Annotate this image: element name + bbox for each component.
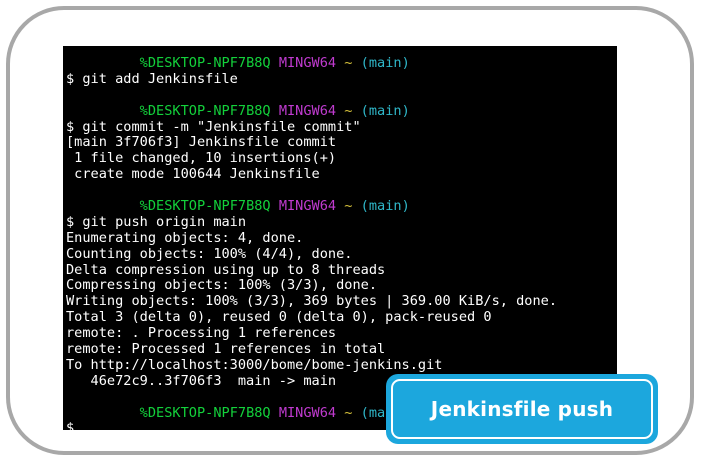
prompt-shell: MINGW64 bbox=[278, 198, 337, 215]
prompt-line: %DESKTOP-NPF7B8Q MINGW64 ~ (main) bbox=[66, 198, 557, 215]
prompt-tilde: ~ bbox=[344, 55, 353, 71]
terminal-line: Writing objects: 100% (3/3), 369 bytes |… bbox=[66, 293, 558, 310]
prompt-user-host: %DESKTOP-NPF7B8Q bbox=[139, 55, 271, 71]
terminal-line: create mode 100644 Jenkinsfile bbox=[66, 166, 320, 183]
prompt-tilde: ~ bbox=[344, 404, 353, 421]
prompt-shell: MINGW64 bbox=[278, 55, 337, 71]
prompt-line: %DESKTOP-NPF7B8Q MINGW64 ~ (main) bbox=[66, 102, 557, 120]
prompt-tilde: ~ bbox=[344, 198, 353, 215]
terminal-line: $ git commit -m "Jenkinsfile commit" bbox=[66, 118, 361, 135]
terminal-line: Compressing objects: 100% (3/3), done. bbox=[66, 277, 377, 294]
terminal-line: To http://localhost:3000/bome/bome-jenki… bbox=[66, 356, 443, 373]
terminal-line: 1 file changed, 10 insertions(+) bbox=[66, 150, 337, 167]
prompt-line: %DESKTOP-NPF7B8Q MINGW64 ~ (main) bbox=[66, 55, 557, 72]
terminal-line: $ git add Jenkinsfile bbox=[66, 70, 238, 87]
prompt-user-host: %DESKTOP-NPF7B8Q bbox=[139, 404, 271, 421]
prompt-user-host: %DESKTOP-NPF7B8Q bbox=[139, 102, 271, 119]
terminal-line: remote: . Processing 1 references bbox=[66, 325, 337, 342]
terminal-line: Counting objects: 100% (4/4), done. bbox=[66, 245, 353, 262]
prompt-shell: MINGW64 bbox=[278, 102, 337, 119]
prompt-branch: (main) bbox=[360, 55, 410, 71]
prompt-tilde: ~ bbox=[344, 102, 353, 119]
callout-label: Jenkinsfile push bbox=[391, 379, 653, 439]
prompt-branch: (main) bbox=[360, 102, 410, 119]
terminal-line: Enumerating objects: 4, done. bbox=[66, 229, 304, 246]
terminal-line: [main 3f706f3] Jenkinsfile commit bbox=[66, 134, 337, 151]
prompt-user-host: %DESKTOP-NPF7B8Q bbox=[139, 198, 271, 215]
prompt-branch: (main) bbox=[360, 198, 410, 215]
callout-badge: Jenkinsfile push bbox=[386, 374, 658, 444]
prompt-shell: MINGW64 bbox=[278, 404, 337, 421]
terminal-line: Total 3 (delta 0), reused 0 (delta 0), p… bbox=[66, 309, 492, 326]
terminal-window[interactable]: %DESKTOP-NPF7B8Q MINGW64 ~ (main) $ git a… bbox=[63, 46, 617, 430]
terminal-line: remote: Processed 1 references in total bbox=[66, 341, 386, 358]
terminal-line: Delta compression using up to 8 threads bbox=[66, 261, 386, 278]
terminal-line: $ git push origin main bbox=[66, 213, 247, 230]
